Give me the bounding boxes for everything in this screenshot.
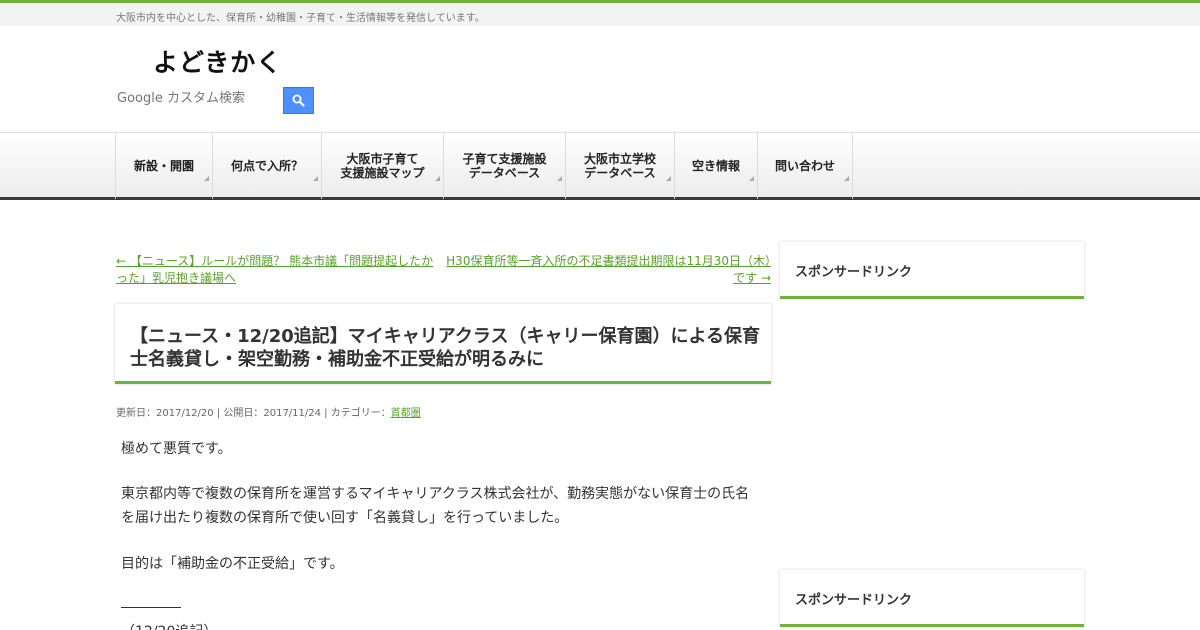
category-link[interactable]: 首都圏 [391, 408, 421, 419]
article-paragraph: 極めて悪質です。 [121, 441, 232, 457]
article-meta: 更新日：2017/12/20 | 公開日：2017/11/24 | カテゴリー：… [116, 404, 421, 419]
submenu-indicator-icon [204, 176, 209, 181]
nav-item-new-openings[interactable]: 新設・開園 [115, 133, 212, 199]
section-divider [121, 607, 181, 608]
widget-title: スポンサードリンク [795, 265, 913, 280]
nav-item-label: 新設・開園 [133, 159, 194, 173]
submenu-indicator-icon [749, 176, 754, 181]
nav-divider [852, 133, 853, 199]
article-title: 【ニュース・12/20追記】マイキャリアクラス（キャリー保育園）による保育士名義… [130, 326, 760, 370]
sidebar-widget-sponsored: スポンサードリンク [780, 242, 1084, 299]
nav-item-contact[interactable]: 問い合わせ [757, 133, 852, 199]
submenu-indicator-icon [844, 176, 849, 181]
search-input[interactable] [115, 88, 280, 109]
submenu-indicator-icon [666, 176, 671, 181]
nav-item-school-database[interactable]: 大阪市立学校 データベース [565, 133, 674, 199]
nav-item-label: 問い合わせ [774, 159, 835, 173]
widget-title: スポンサードリンク [795, 593, 913, 608]
next-post-link[interactable]: H30保育所等一斉入所の不足書類提出期限は11月30日（木）です → [444, 253, 771, 287]
prev-post-link[interactable]: ← 【ニュース】ルールが問題？ 熊本市議「問題提起したかった」乳児抱き議場へ [116, 253, 436, 287]
nav-item-vacancy[interactable]: 空き情報 [674, 133, 757, 199]
article-paragraph: （12/20追記） [121, 620, 761, 630]
site-tagline: 大阪市内を中心とした、保育所・幼稚園・子育て・生活情報等を発信しています。 [116, 13, 485, 24]
search-icon [292, 94, 305, 107]
site-title[interactable]: よどきかく [153, 43, 282, 79]
tagline-bar: 大阪市内を中心とした、保育所・幼稚園・子育て・生活情報等を発信しています。 [0, 3, 1200, 26]
nav-item-support-map[interactable]: 大阪市子育て 支援施設マップ [321, 133, 443, 199]
nav-item-label: 空き情報 [691, 159, 740, 173]
main-nav: 新設・開園 何点で入所？ 大阪市子育て 支援施設マップ 子育て支援施設 データベ… [0, 132, 1200, 200]
sidebar-widget-sponsored: スポンサードリンク [780, 570, 1084, 627]
article-title-card: 【ニュース・12/20追記】マイキャリアクラス（キャリー保育園）による保育士名義… [115, 304, 771, 384]
nav-item-label: 子育て支援施設 データベース [462, 152, 547, 180]
search-button[interactable] [283, 87, 314, 114]
nav-item-admission-points[interactable]: 何点で入所？ [212, 133, 321, 199]
nav-item-label: 大阪市立学校 データベース [583, 152, 656, 180]
submenu-indicator-icon [557, 176, 562, 181]
article-dates: 更新日：2017/12/20 | 公開日：2017/11/24 | カテゴリー： [116, 408, 391, 419]
submenu-indicator-icon [435, 176, 440, 181]
article-paragraph: 東京都内等で複数の保育所を運営するマイキャリアクラス株式会社が、勤務実態がない保… [121, 486, 750, 526]
nav-item-label: 大阪市子育て 支援施設マップ [340, 152, 425, 180]
submenu-indicator-icon [313, 176, 318, 181]
nav-item-label: 何点で入所？ [230, 159, 303, 173]
nav-item-support-database[interactable]: 子育て支援施設 データベース [443, 133, 565, 199]
article-paragraph: 目的は「補助金の不正受給」です。 [121, 556, 344, 572]
search-box [115, 87, 280, 109]
